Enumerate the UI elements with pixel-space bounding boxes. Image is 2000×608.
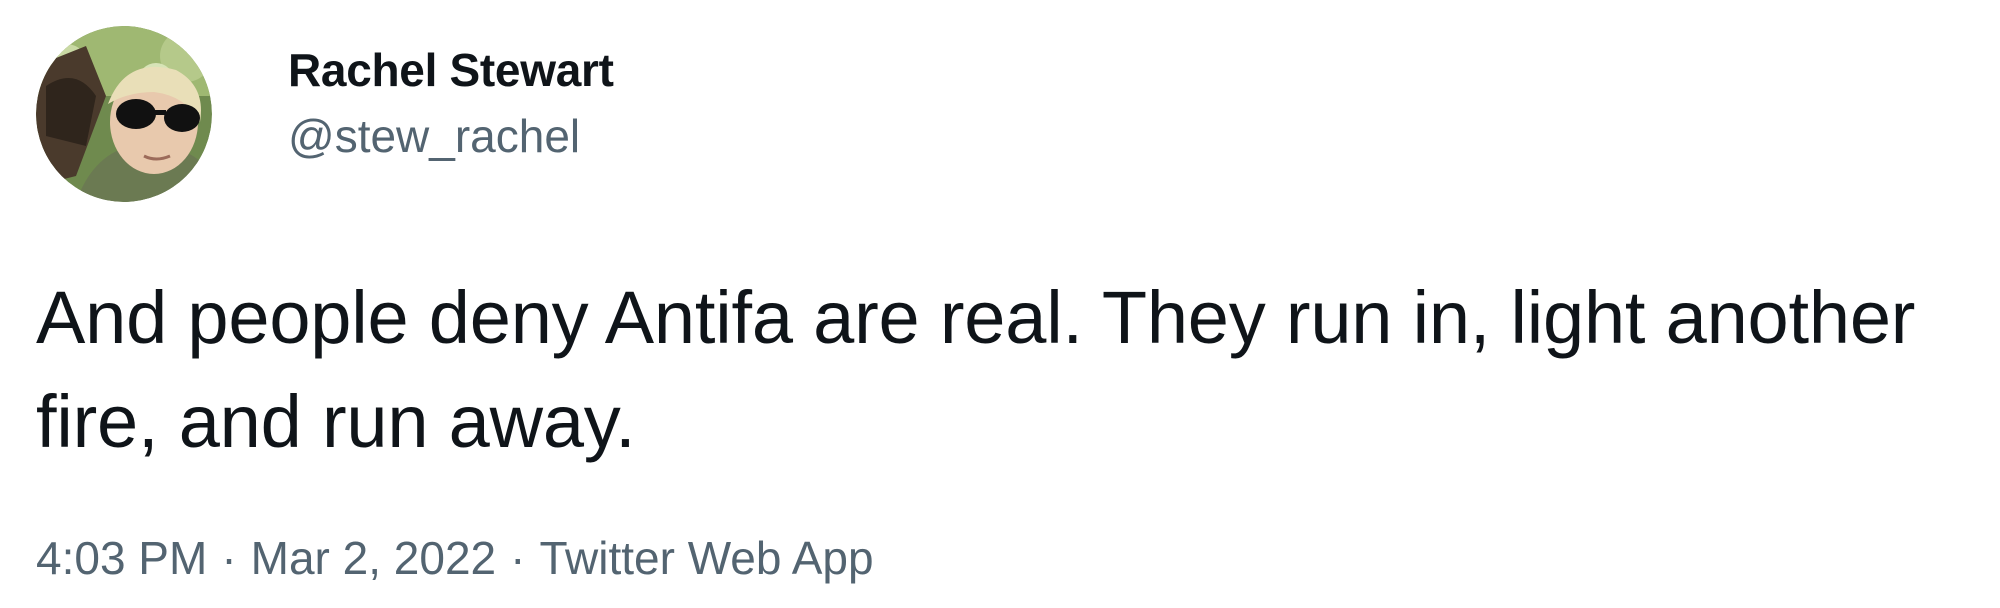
meta-separator: · <box>221 532 237 584</box>
tweet-source: Twitter Web App <box>539 532 874 584</box>
tweet-date[interactable]: Mar 2, 2022 <box>251 532 496 584</box>
avatar[interactable] <box>36 26 212 202</box>
author-handle[interactable]: @stew_rachel <box>288 108 614 164</box>
tweet-time[interactable]: 4:03 PM <box>36 532 207 584</box>
tweet-meta: 4:03 PM · Mar 2, 2022 · Twitter Web App <box>36 530 874 586</box>
author-names: Rachel Stewart @stew_rachel <box>288 42 614 164</box>
tweet-header: Rachel Stewart @stew_rachel <box>36 26 614 202</box>
author-display-name[interactable]: Rachel Stewart <box>288 42 614 98</box>
meta-separator-2: · <box>510 532 526 584</box>
avatar-image <box>36 26 212 202</box>
tweet-text: And people deny Antifa are real. They ru… <box>36 276 1916 463</box>
tweet-card: Rachel Stewart @stew_rachel And people d… <box>0 0 2000 608</box>
